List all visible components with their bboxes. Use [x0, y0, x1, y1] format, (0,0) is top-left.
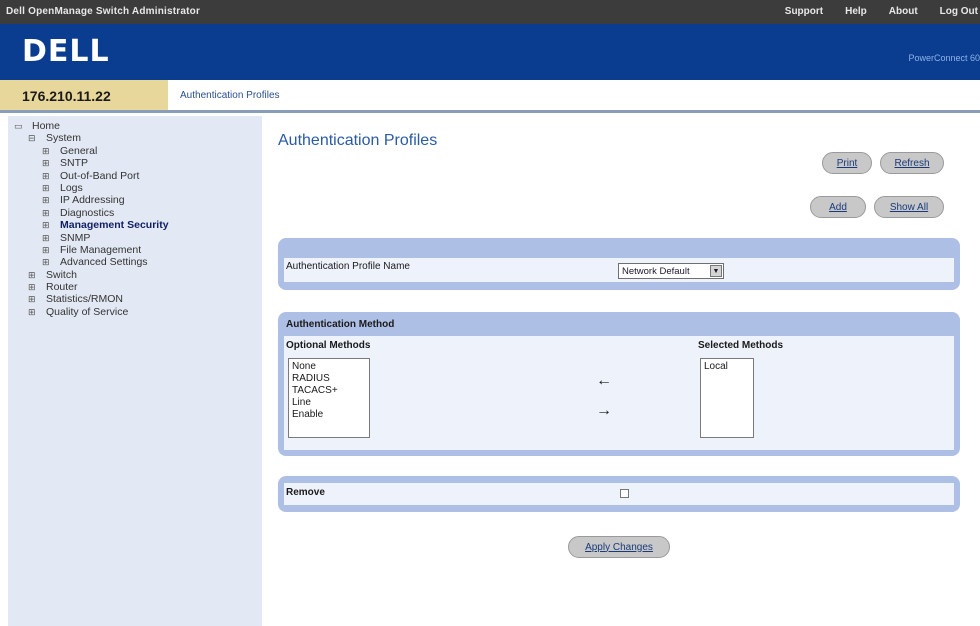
expand-icon[interactable]: ⊞: [42, 194, 60, 206]
methods-row: Optional Methods Selected Methods None R…: [284, 336, 954, 450]
list-item[interactable]: Enable: [292, 409, 366, 421]
remove-checkbox[interactable]: [620, 489, 629, 498]
dell-logo: DELL: [22, 34, 110, 69]
selected-methods-label: Selected Methods: [698, 340, 784, 351]
main-content: Authentication Profiles Print Refresh Ad…: [262, 116, 980, 626]
expand-icon[interactable]: ⊞: [42, 182, 60, 194]
list-item[interactable]: RADIUS: [292, 373, 366, 385]
app-title: Dell OpenManage Switch Administrator: [6, 6, 201, 17]
expand-icon[interactable]: ⊞: [42, 170, 60, 182]
brand-bar: DELL PowerConnect 60: [0, 24, 980, 80]
support-link[interactable]: Support: [785, 6, 823, 17]
remove-label: Remove: [286, 487, 325, 498]
profile-name-select[interactable]: Network Default ▼: [618, 263, 724, 279]
top-links: Support Help About Log Out: [785, 6, 980, 17]
chevron-down-icon[interactable]: ▼: [710, 265, 722, 277]
list-item[interactable]: Local: [704, 361, 750, 373]
expand-icon[interactable]: ⊞: [42, 256, 60, 268]
tree-item-snmp[interactable]: ⊞ SNMP: [14, 232, 169, 244]
list-item[interactable]: TACACS+: [292, 385, 366, 397]
profile-name-label: Authentication Profile Name: [286, 261, 410, 272]
move-left-arrow-icon[interactable]: ←: [596, 372, 612, 390]
tree-item-statistics[interactable]: ⊞ Statistics/RMON: [14, 293, 169, 305]
tree-system-label: System: [46, 132, 82, 145]
list-item[interactable]: None: [292, 361, 366, 373]
expand-icon[interactable]: ⊞: [28, 281, 46, 293]
tree-item-label: File Management: [60, 243, 142, 256]
auth-method-title: Authentication Method: [286, 319, 395, 330]
tree-item-label: SNTP: [60, 157, 89, 170]
tree-item-switch[interactable]: ⊞ Switch: [14, 269, 169, 281]
tree-home[interactable]: ▭ Home: [14, 120, 169, 132]
tree-item-router[interactable]: ⊞ Router: [14, 281, 169, 293]
profile-name-value: Network Default: [622, 265, 690, 277]
expand-icon[interactable]: ⊞: [28, 293, 46, 305]
tree-item-label: Router: [46, 281, 78, 294]
tree-item-label: Management Security: [60, 219, 169, 232]
breadcrumb[interactable]: Authentication Profiles: [180, 90, 280, 101]
tree-item-label: Logs: [60, 181, 83, 194]
top-bar: Dell OpenManage Switch Administrator Sup…: [0, 0, 980, 24]
help-link[interactable]: Help: [845, 6, 867, 17]
optional-methods-label: Optional Methods: [286, 340, 371, 351]
profile-name-panel: Authentication Profile Name Network Defa…: [278, 238, 960, 290]
page-title: Authentication Profiles: [278, 132, 438, 149]
tree-item-label: Out-of-Band Port: [60, 169, 140, 182]
ip-row: 176.210.11.22 Authentication Profiles: [0, 80, 980, 113]
refresh-button[interactable]: Refresh: [880, 152, 944, 174]
tree-item-logs[interactable]: ⊞ Logs: [14, 182, 169, 194]
nav-tree: ▭ Home ⊟ System ⊞ General ⊞ SNTP ⊞ Out-o…: [14, 120, 169, 318]
apply-changes-button[interactable]: Apply Changes: [568, 536, 670, 558]
tree-item-label: IP Addressing: [60, 194, 125, 207]
logout-link[interactable]: Log Out: [940, 6, 978, 17]
expand-icon[interactable]: ⊞: [42, 145, 60, 157]
tree-item-general[interactable]: ⊞ General: [14, 145, 169, 157]
tree-item-ip-addressing[interactable]: ⊞ IP Addressing: [14, 194, 169, 206]
expand-icon[interactable]: ⊞: [42, 232, 60, 244]
add-button[interactable]: Add: [810, 196, 866, 218]
tree-item-label: SNMP: [60, 231, 91, 244]
sidebar: ▭ Home ⊟ System ⊞ General ⊞ SNTP ⊞ Out-o…: [0, 116, 262, 626]
expand-icon[interactable]: ⊞: [42, 207, 60, 219]
tree-item-qos[interactable]: ⊞ Quality of Service: [14, 306, 169, 318]
switch-ip: 176.210.11.22: [0, 80, 168, 110]
authentication-method-panel: Authentication Method Optional Methods S…: [278, 312, 960, 456]
tree-item-label: Advanced Settings: [60, 256, 148, 269]
tree-item-label: General: [60, 144, 98, 157]
tree-home-label: Home: [32, 120, 61, 132]
tree-item-file-management[interactable]: ⊞ File Management: [14, 244, 169, 256]
tree-item-sntp[interactable]: ⊞ SNTP: [14, 157, 169, 169]
product-name: PowerConnect 60: [908, 53, 980, 63]
tree-item-label: Statistics/RMON: [46, 293, 124, 306]
expand-icon[interactable]: ⊞: [42, 219, 60, 231]
list-item[interactable]: Line: [292, 397, 366, 409]
expand-icon[interactable]: ⊞: [42, 157, 60, 169]
expand-icon[interactable]: ⊞: [42, 244, 60, 256]
tree-item-diagnostics[interactable]: ⊞ Diagnostics: [14, 207, 169, 219]
about-link[interactable]: About: [889, 6, 918, 17]
print-button[interactable]: Print: [822, 152, 872, 174]
expand-icon[interactable]: ⊞: [28, 306, 46, 318]
remove-panel: Remove: [278, 476, 960, 512]
move-right-arrow-icon[interactable]: →: [596, 402, 612, 420]
tree-item-label: Diagnostics: [60, 206, 115, 219]
optional-methods-list[interactable]: None RADIUS TACACS+ Line Enable: [288, 358, 370, 438]
home-icon: ▭: [14, 121, 23, 131]
tree-item-management-security[interactable]: ⊞ Management Security: [14, 219, 169, 231]
profile-name-row: Authentication Profile Name Network Defa…: [284, 258, 954, 282]
tree-item-advanced-settings[interactable]: ⊞ Advanced Settings: [14, 256, 169, 268]
remove-row: Remove: [284, 483, 954, 505]
tree-item-label: Quality of Service: [46, 305, 129, 318]
tree-item-label: Switch: [46, 268, 77, 281]
collapse-icon[interactable]: ⊟: [28, 132, 46, 144]
selected-methods-list[interactable]: Local: [700, 358, 754, 438]
show-all-button[interactable]: Show All: [874, 196, 944, 218]
tree-item-oob-port[interactable]: ⊞ Out-of-Band Port: [14, 170, 169, 182]
expand-icon[interactable]: ⊞: [28, 269, 46, 281]
tree-system[interactable]: ⊟ System: [14, 132, 169, 144]
